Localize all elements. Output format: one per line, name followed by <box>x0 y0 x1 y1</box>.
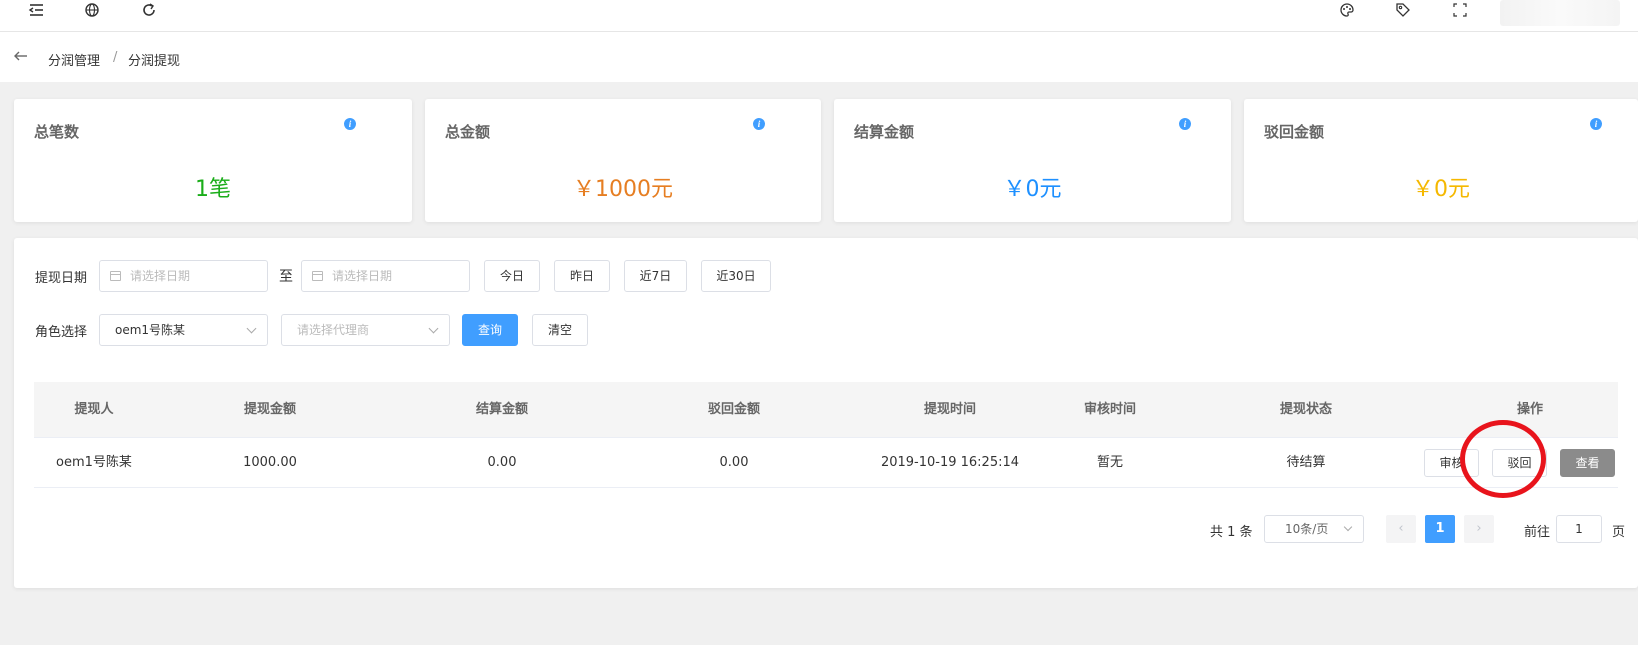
column-header: 结算金额 <box>475 402 528 417</box>
palette-icon[interactable] <box>1337 0 1357 20</box>
role-select[interactable]: oem1号陈某 <box>99 314 268 346</box>
today-button[interactable]: 今日 <box>484 260 540 292</box>
stat-title: 驳回金额 <box>1264 123 1325 141</box>
back-arrow-icon[interactable] <box>12 47 30 65</box>
column-header: 提现时间 <box>923 402 976 417</box>
table-row: oem1号陈某 1000.00 0.00 0.00 2019-10-19 16:… <box>34 438 1618 488</box>
info-icon[interactable]: i <box>753 118 765 130</box>
table-header: 提现人 提现金额 结算金额 驳回金额 提现时间 审核时间 提现状态 操作 <box>34 382 1618 438</box>
page-number-current[interactable]: 1 <box>1425 515 1455 543</box>
calendar-icon <box>312 271 323 281</box>
start-date-placeholder: 请选择日期 <box>130 269 191 283</box>
clear-button[interactable]: 清空 <box>532 314 588 346</box>
stat-card-settled-amount: 结算金额 i ￥0元 <box>834 99 1231 222</box>
calendar-icon <box>110 271 121 281</box>
cell-user: oem1号陈某 <box>56 455 132 470</box>
date-label: 提现日期 <box>35 271 88 286</box>
chevron-down-icon <box>1343 522 1353 532</box>
column-header: 审核时间 <box>1083 402 1136 417</box>
prev-page-button[interactable]: ‹ <box>1386 515 1416 543</box>
last-7-days-button[interactable]: 近7日 <box>624 260 687 292</box>
stat-card-rejected-amount: 驳回金额 i ￥0元 <box>1244 99 1638 222</box>
breadcrumb: 分润管理 / 分润提现 <box>0 32 1638 82</box>
info-icon[interactable]: i <box>1179 118 1191 130</box>
goto-page-input[interactable]: 1 <box>1556 515 1602 543</box>
role-label: 角色选择 <box>35 325 88 340</box>
tag-icon[interactable] <box>1393 0 1413 20</box>
page-size-value: 10条/页 <box>1285 522 1329 536</box>
stat-title: 总金额 <box>445 123 491 141</box>
stat-value: ￥1000元 <box>573 177 673 202</box>
refresh-icon[interactable] <box>139 0 159 20</box>
globe-icon[interactable] <box>82 0 102 20</box>
column-header: 提现状态 <box>1279 402 1332 417</box>
stat-card-total-amount: 总金额 i ￥1000元 <box>425 99 821 222</box>
stat-value: ￥0元 <box>1412 177 1470 202</box>
goto-label: 前往 <box>1524 525 1551 540</box>
stat-value: ￥0元 <box>1003 177 1062 202</box>
cell-status: 待结算 <box>1286 455 1326 470</box>
info-icon[interactable]: i <box>1590 118 1602 130</box>
page-size-select[interactable]: 10条/页 <box>1264 515 1364 543</box>
column-header: 提现金额 <box>243 402 296 417</box>
stat-title: 总笔数 <box>34 123 80 141</box>
pagination-total: 共 1 条 <box>1210 525 1253 540</box>
query-button[interactable]: 查询 <box>462 314 518 346</box>
stat-title: 结算金额 <box>854 123 915 141</box>
last-30-days-button[interactable]: 近30日 <box>701 260 771 292</box>
breadcrumb-current: 分润提现 <box>128 54 181 69</box>
column-header: 驳回金额 <box>707 402 760 417</box>
end-date-placeholder: 请选择日期 <box>332 269 393 283</box>
breadcrumb-separator: / <box>113 50 118 65</box>
user-avatar[interactable] <box>1500 0 1620 26</box>
agent-select[interactable]: 请选择代理商 <box>281 314 450 346</box>
chevron-down-icon <box>246 323 257 334</box>
end-date-input[interactable]: 请选择日期 <box>301 260 470 292</box>
next-page-button[interactable]: › <box>1464 515 1494 543</box>
stat-value: 1笔 <box>195 177 231 202</box>
cell-settled: 0.00 <box>487 455 517 470</box>
menu-fold-icon[interactable] <box>26 0 46 20</box>
cell-amount: 1000.00 <box>243 455 297 470</box>
stat-card-total-count: 总笔数 i 1笔 <box>14 99 412 222</box>
role-select-value: oem1号陈某 <box>115 323 186 337</box>
chevron-down-icon <box>428 323 439 334</box>
column-header: 提现人 <box>74 402 114 417</box>
top-bar <box>0 0 1638 32</box>
breadcrumb-item[interactable]: 分润管理 <box>48 50 100 69</box>
annotation-circle <box>1460 420 1546 498</box>
cell-rejected: 0.00 <box>719 455 749 470</box>
info-icon[interactable]: i <box>344 118 356 130</box>
agent-select-placeholder: 请选择代理商 <box>297 323 370 337</box>
yesterday-button[interactable]: 昨日 <box>554 260 610 292</box>
cell-time: 2019-10-19 16:25:14 <box>880 455 1020 470</box>
withdraw-panel: 提现日期 请选择日期 至 请选择日期 今日 昨日 近7日 近30日 角色选择 o… <box>14 238 1638 588</box>
date-range-separator: 至 <box>279 269 293 285</box>
start-date-input[interactable]: 请选择日期 <box>99 260 268 292</box>
cell-review-time: 暂无 <box>1096 455 1123 470</box>
view-button[interactable]: 查看 <box>1560 449 1615 477</box>
fullscreen-icon[interactable] <box>1450 0 1470 20</box>
page-suffix: 页 <box>1612 525 1626 540</box>
